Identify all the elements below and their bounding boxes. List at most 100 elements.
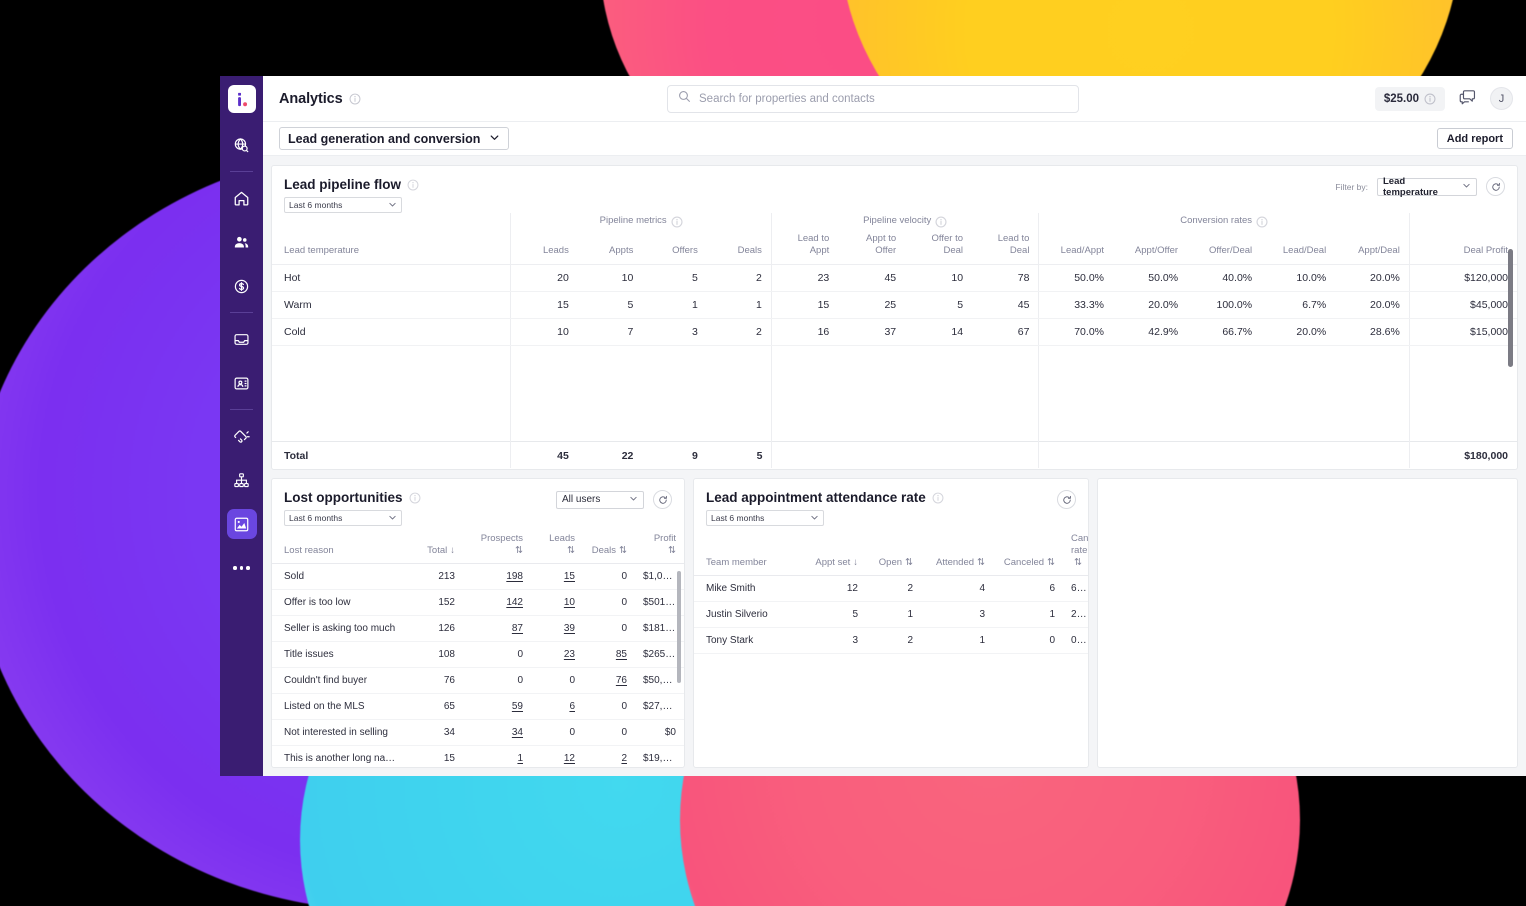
col-deals[interactable]: Deals ⇅ — [583, 526, 635, 564]
app-logo[interactable] — [227, 85, 256, 113]
cell-prospects[interactable]: 1 — [463, 745, 531, 767]
pipeline-velocity-info-icon[interactable] — [935, 215, 947, 228]
sidebar-item-team[interactable] — [227, 465, 257, 495]
sidebar-item-people[interactable] — [227, 227, 257, 257]
pipeline-vertical-scrollbar[interactable] — [1508, 249, 1513, 367]
pipeline-metrics-info-icon[interactable] — [671, 215, 683, 228]
cell-leads[interactable]: 15 — [531, 563, 583, 590]
attendance-card-title: Lead appointment attendance rate — [706, 490, 926, 505]
col-lead-to-deal[interactable]: Lead to Deal — [972, 233, 1039, 266]
cell-deals: 2 — [706, 318, 772, 347]
col-appt-deal-rate[interactable]: Appt/Deal — [1335, 233, 1410, 266]
conversion-rates-info-icon[interactable] — [1256, 215, 1268, 228]
col-profit[interactable]: Profit⇅ — [635, 526, 684, 564]
pipeline-refresh-button[interactable] — [1486, 177, 1505, 196]
cell-lead-deal: 45 — [972, 291, 1039, 320]
col-offer-to-deal[interactable]: Offer to Deal — [905, 233, 973, 266]
cell-member: Tony Stark — [694, 627, 804, 654]
credit-info-icon[interactable] — [1424, 93, 1436, 105]
group-conversion-rates: Conversion rates — [1038, 213, 1410, 233]
cell-deals: 0 — [583, 719, 635, 746]
col-deals[interactable]: Deals — [706, 233, 772, 266]
col-appt-to-offer[interactable]: Appt to Offer — [838, 233, 906, 266]
col-total[interactable]: Total ↓ — [405, 526, 463, 564]
col-offer-deal-rate[interactable]: Offer/Deal — [1187, 233, 1262, 266]
sort-both-icon: ⇅ — [668, 544, 676, 556]
messages-icon[interactable] — [1459, 88, 1476, 110]
col-team-member[interactable]: Team member — [694, 526, 804, 576]
report-selector[interactable]: Lead generation and conversion — [279, 127, 510, 150]
cell-prospects[interactable]: 87 — [463, 615, 531, 642]
cell-leads[interactable]: 10 — [531, 589, 583, 616]
cell-leads[interactable]: 6 — [531, 693, 583, 720]
lost-user-filter-select[interactable]: All users — [556, 490, 644, 509]
col-offers[interactable]: Offers — [642, 233, 707, 266]
col-lead-to-appt[interactable]: Lead to Appt — [770, 233, 839, 266]
col-canceled[interactable]: Canceled ⇅ — [993, 526, 1063, 576]
sidebar-item-inbox[interactable] — [227, 324, 257, 354]
cell-prospects[interactable]: 34 — [463, 719, 531, 746]
col-appt-set[interactable]: Appt set ↓ — [804, 526, 866, 576]
search-input[interactable] — [699, 92, 1068, 105]
page-title-info-icon[interactable] — [349, 93, 361, 105]
cell-prospects[interactable]: 198 — [463, 563, 531, 590]
attendance-date-range-select[interactable]: Last 6 months — [706, 510, 824, 526]
cell-deals[interactable]: 85 — [583, 641, 635, 668]
cell-prospects: 0 — [463, 667, 531, 694]
sidebar-item-marketing[interactable] — [227, 421, 257, 451]
col-deal-profit[interactable]: Deal Profit — [1408, 233, 1517, 266]
dollar-circle-icon — [234, 279, 249, 293]
cell-lead-appt-rate: 70.0% — [1038, 318, 1113, 347]
col-open[interactable]: Open ⇅ — [866, 526, 921, 576]
attendance-refresh-button[interactable] — [1057, 490, 1076, 509]
cell-leads[interactable]: 12 — [531, 745, 583, 767]
sidebar-item-more[interactable] — [227, 553, 257, 583]
col-lead-appt-rate[interactable]: Lead/Appt — [1038, 233, 1113, 266]
col-prospects[interactable]: Prospects⇅ — [463, 526, 531, 564]
sidebar-item-globe-search[interactable] — [227, 130, 257, 160]
cell-total: 152 — [405, 589, 463, 616]
cell-lead-appt-rate: 50.0% — [1038, 264, 1113, 293]
lost-date-range-select[interactable]: Last 6 months — [284, 510, 402, 526]
cell-deals[interactable]: 76 — [583, 667, 635, 694]
attendance-header-row: Team member Appt set ↓ Open ⇅ Attended ⇅ Ca… — [694, 526, 1088, 576]
attendance-info-icon[interactable] — [932, 492, 944, 504]
pipeline-date-range-select[interactable]: Last 6 months — [284, 197, 402, 213]
cell-leads: 0 — [531, 667, 583, 694]
cell-leads[interactable]: 39 — [531, 615, 583, 642]
chevron-down-icon — [1462, 181, 1471, 193]
cell-appt-offer-rate: 50.0% — [1113, 264, 1188, 293]
lost-vertical-scrollbar[interactable] — [677, 571, 681, 683]
pipeline-info-icon[interactable] — [407, 179, 419, 191]
credit-balance[interactable]: $25.00 — [1374, 86, 1445, 111]
attendance-table: Team member Appt set ↓ Open ⇅ Attended ⇅ Ca… — [694, 526, 1088, 654]
col-lead-temperature[interactable]: Lead temperature — [272, 233, 511, 266]
avatar[interactable]: J — [1490, 87, 1513, 110]
globe-search-icon — [234, 137, 249, 152]
lost-info-icon[interactable] — [409, 492, 421, 504]
col-canceled-rate[interactable]: Canceled rate⇅ — [1063, 526, 1088, 576]
cell-prospects[interactable]: 142 — [463, 589, 531, 616]
lost-refresh-button[interactable] — [653, 490, 672, 509]
col-attended[interactable]: Attended ⇅ — [921, 526, 993, 576]
add-report-button[interactable]: Add report — [1436, 128, 1513, 149]
sidebar-item-deals[interactable] — [227, 271, 257, 301]
pipeline-card-title: Lead pipeline flow — [284, 177, 402, 192]
sidebar-item-analytics[interactable] — [226, 509, 257, 539]
cell-leads[interactable]: 23 — [531, 641, 583, 668]
col-leads[interactable]: Leads⇅ — [531, 526, 583, 564]
pipeline-group-header-row: Pipeline metrics Pipeline velocity Conve… — [272, 213, 1517, 233]
sidebar-item-contact-card[interactable] — [227, 368, 257, 398]
filter-by-label: Filter by: — [1335, 181, 1368, 192]
cell-deals[interactable]: 2 — [583, 745, 635, 767]
col-lost-reason[interactable]: Lost reason — [272, 526, 405, 564]
search-box[interactable] — [667, 84, 1079, 113]
col-appts[interactable]: Appts — [577, 233, 643, 266]
pipeline-filter-select[interactable]: Lead temperature — [1377, 176, 1477, 198]
cell-prospects[interactable]: 59 — [463, 693, 531, 720]
col-appt-offer-rate[interactable]: Appt/Offer — [1113, 233, 1188, 266]
refresh-icon — [658, 495, 667, 504]
col-lead-deal-rate[interactable]: Lead/Deal — [1261, 233, 1336, 266]
sidebar-item-home[interactable] — [227, 183, 257, 213]
col-leads[interactable]: Leads — [510, 233, 578, 266]
